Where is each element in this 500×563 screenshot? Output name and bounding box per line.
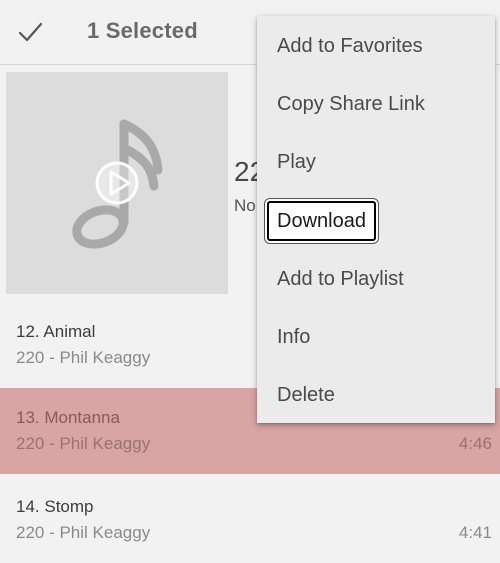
music-note-play-icon (72, 119, 163, 249)
song-artist: 220 - Phil Keaggy (16, 523, 151, 542)
context-menu: Add to Favorites Copy Share Link Play Do… (257, 16, 495, 423)
album-art[interactable] (6, 72, 228, 294)
menu-item-add-to-favorites[interactable]: Add to Favorites (257, 17, 495, 75)
menu-item-label: Add to Favorites (277, 35, 423, 57)
menu-item-label: Copy Share Link (277, 93, 425, 115)
menu-item-add-to-playlist[interactable]: Add to Playlist (257, 250, 495, 308)
menu-item-label: Play (277, 151, 316, 173)
menu-item-delete[interactable]: Delete (257, 366, 495, 424)
song-title: 13. Montanna (16, 408, 120, 427)
song-duration: 4:41 (458, 523, 492, 542)
check-icon[interactable] (14, 16, 46, 48)
menu-item-label: Add to Playlist (277, 268, 404, 290)
song-title: 14. Stomp (16, 497, 94, 516)
song-duration: 4:46 (458, 434, 492, 453)
menu-item-download[interactable]: Download (257, 192, 495, 250)
song-artist: 220 - Phil Keaggy (16, 348, 151, 367)
song-title: 12. Animal (16, 322, 96, 341)
song-artist: 220 - Phil Keaggy (16, 434, 151, 453)
menu-item-play[interactable]: Play (257, 133, 495, 191)
menu-item-label: Info (277, 326, 311, 348)
selected-count: 1 Selected (87, 18, 198, 43)
menu-item-label: Download (267, 201, 376, 241)
menu-item-info[interactable]: Info (257, 308, 495, 366)
song-row-14[interactable]: 14. Stomp 220 - Phil Keaggy 4:41 (0, 477, 500, 563)
album-subtitle: No (234, 196, 256, 215)
menu-item-label: Delete (277, 384, 335, 406)
menu-item-copy-share-link[interactable]: Copy Share Link (257, 75, 495, 133)
